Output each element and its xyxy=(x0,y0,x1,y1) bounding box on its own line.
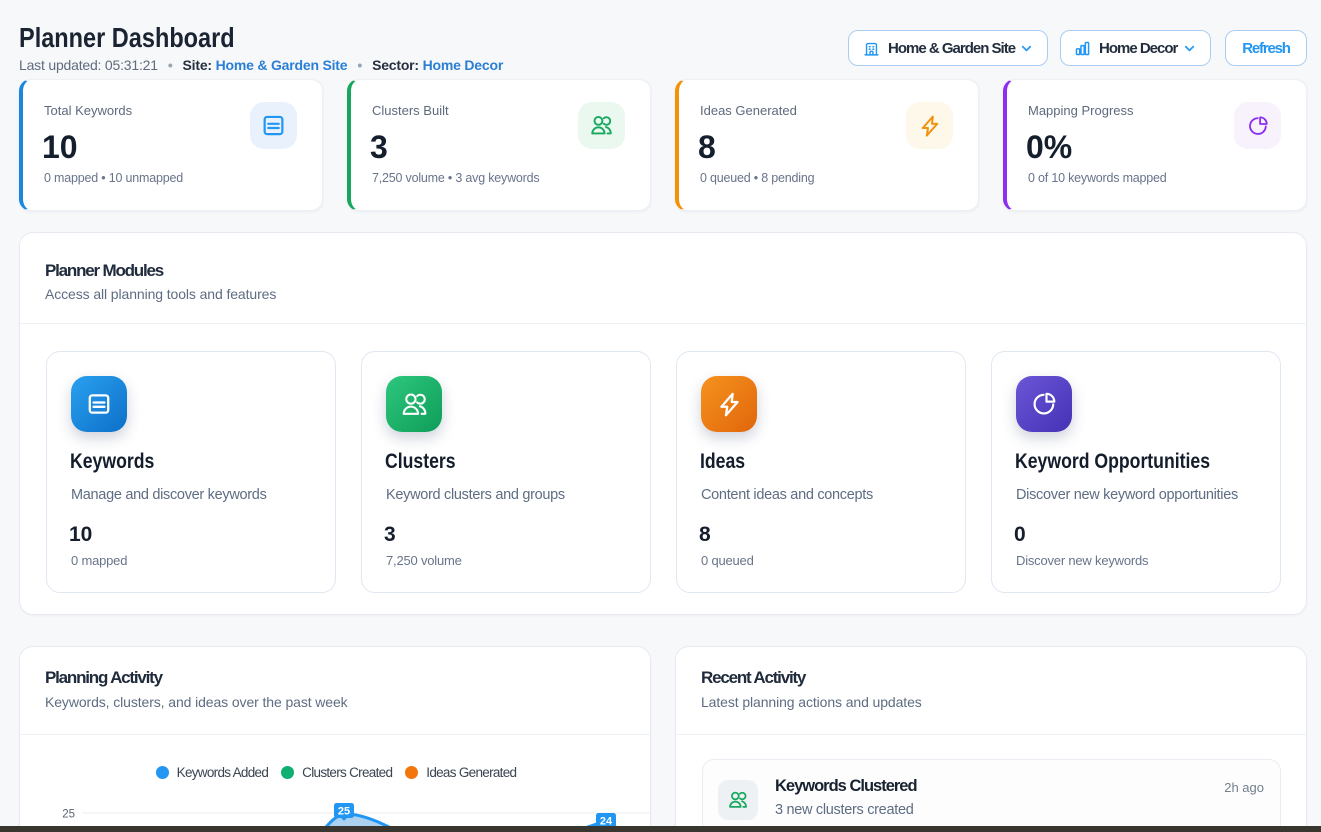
svg-text:25: 25 xyxy=(338,806,350,818)
svg-text:25: 25 xyxy=(62,809,75,821)
